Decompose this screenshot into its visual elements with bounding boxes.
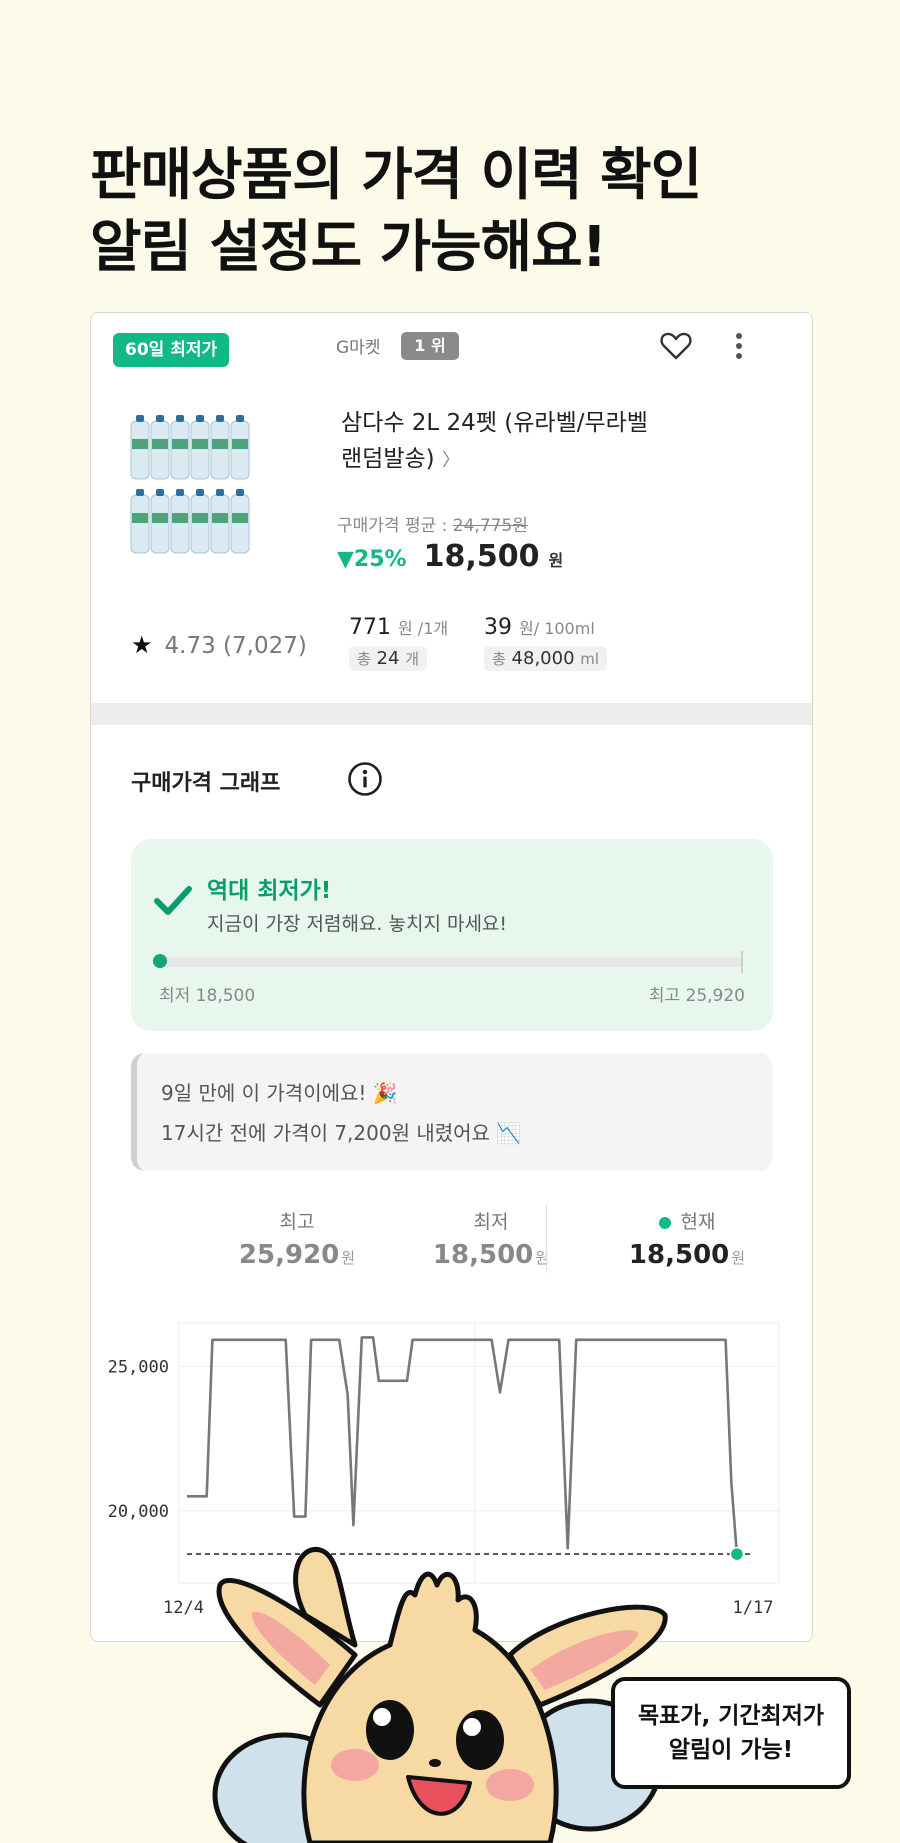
speech-bubble-line1: 목표가, 기간최저가 [637,1703,825,1729]
average-price-value: 24,775원 [452,516,528,536]
price-range-bar [153,951,743,973]
unit-price1-suffix: 원 /1개 [398,619,449,638]
current-price: 18,500 [423,539,540,574]
chart-x-tick-label: 1/17 [733,1598,774,1618]
lowest-price-badge: 60일 최저가 [113,333,230,367]
info-icon[interactable] [347,761,383,797]
price-unit: 원 [548,551,564,570]
stat-current-value: 18,500 [628,1240,730,1270]
total-volume-chip: 총 48,000 ml [484,646,608,671]
total-volume-suffix: ml [580,650,600,668]
check-icon [154,886,192,915]
speech-bubble: 목표가, 기간최저가 알림이 가능! [611,1677,851,1789]
speech-bubble-line2: 알림이 가능! [668,1737,794,1763]
stat-max-label: 최고 [279,1211,315,1233]
stat-max: 최고 25,920 원 [207,1207,387,1270]
current-position-dot [153,954,167,968]
stat-min: 최저 18,500 원 [401,1207,581,1270]
rating-value: 4.73 (7,027) [164,633,307,659]
chevron-right-icon: 〉 [441,450,460,471]
total-count-prefix: 총 [357,650,371,668]
star-icon: ★ [131,631,153,659]
unit-price2: 39 [484,615,512,640]
headline-line1: 판매상품의 가격 이력 확인 [90,143,702,208]
chart-y-tick-label: 20,000 [108,1502,169,1522]
shop-name: G마켓 [336,338,381,358]
stat-min-label: 최저 [473,1211,509,1233]
rank-badge: 1 위 [401,332,459,360]
all-time-low-box: 역대 최저가! 지금이 가장 저렴해요. 놓치지 마세요! 최저 18,500 … [131,839,773,1031]
range-end-marker [741,951,743,973]
range-min-label: 최저 18,500 [159,986,256,1006]
section-divider [91,703,812,725]
all-time-low-subtitle: 지금이 가장 저렴해요. 놓치지 마세요! [207,913,508,935]
current-dot-icon [658,1216,671,1229]
stat-min-unit: 원 [535,1249,550,1267]
total-count-chip: 총 24 개 [349,646,427,671]
stat-separator [546,1205,547,1273]
headline: 판매상품의 가격 이력 확인 알림 설정도 가능해요! [90,140,702,284]
range-max-label: 최고 25,920 [648,986,745,1006]
stat-max-unit: 원 [341,1249,356,1267]
price-note-line2: 17시간 전에 가격이 7,200원 내렸어요 📉 [161,1121,522,1145]
product-name-line1: 삼다수 2L 24펫 (유라벨/무라벨 [341,410,648,436]
unit-price-per-item: 771 원 /1개 총 24 개 [349,615,448,671]
discount-rate: ▼25% [337,547,407,572]
heart-icon[interactable] [659,329,693,363]
total-volume-prefix: 총 [492,650,506,668]
unit-price-per-volume: 39 원/ 100ml 총 48,000 ml [484,615,608,671]
more-options-icon[interactable] [731,329,747,363]
average-price: 구매가격 평균 : 24,775원 [337,511,528,536]
total-count-suffix: 개 [405,650,419,668]
graph-section-title: 구매가격 그래프 [131,771,281,796]
product-card[interactable]: 60일 최저가 G마켓 1 위 삼다수 2L 24펫 (유라벨/무라벨 랜덤발송… [90,312,813,1642]
all-time-low-title: 역대 최저가! [207,878,332,904]
chart-current-point [729,1546,745,1562]
total-volume: 48,000 [511,648,575,669]
price-note-line1: 9일 만에 이 가격이에요! 🎉 [161,1081,398,1105]
stat-min-value: 18,500 [432,1240,534,1270]
product-image[interactable] [129,411,253,559]
stat-current-label: 현재 [680,1211,716,1233]
price-note-box: 9일 만에 이 가격이에요! 🎉 17시간 전에 가격이 7,200원 내렸어요… [131,1053,773,1171]
stat-current-unit: 원 [731,1249,746,1267]
rating: ★ 4.73 (7,027) [131,631,307,659]
unit-price1: 771 [349,615,391,640]
product-name[interactable]: 삼다수 2L 24펫 (유라벨/무라벨 랜덤발송) 〉 [341,405,661,479]
headline-line2: 알림 설정도 가능해요! [90,215,607,280]
chart-y-tick-label: 25,000 [108,1357,169,1377]
total-count: 24 [376,648,400,669]
stat-max-value: 25,920 [238,1240,340,1270]
unit-price2-suffix: 원/ 100ml [519,619,595,638]
stat-current: 현재 18,500 원 [597,1207,777,1270]
average-price-label: 구매가격 평균 : [337,516,448,536]
mascot-illustration [212,1547,668,1843]
price-row: ▼25% 18,500 원 [337,539,563,574]
product-name-line2: 랜덤발송) [341,446,435,472]
